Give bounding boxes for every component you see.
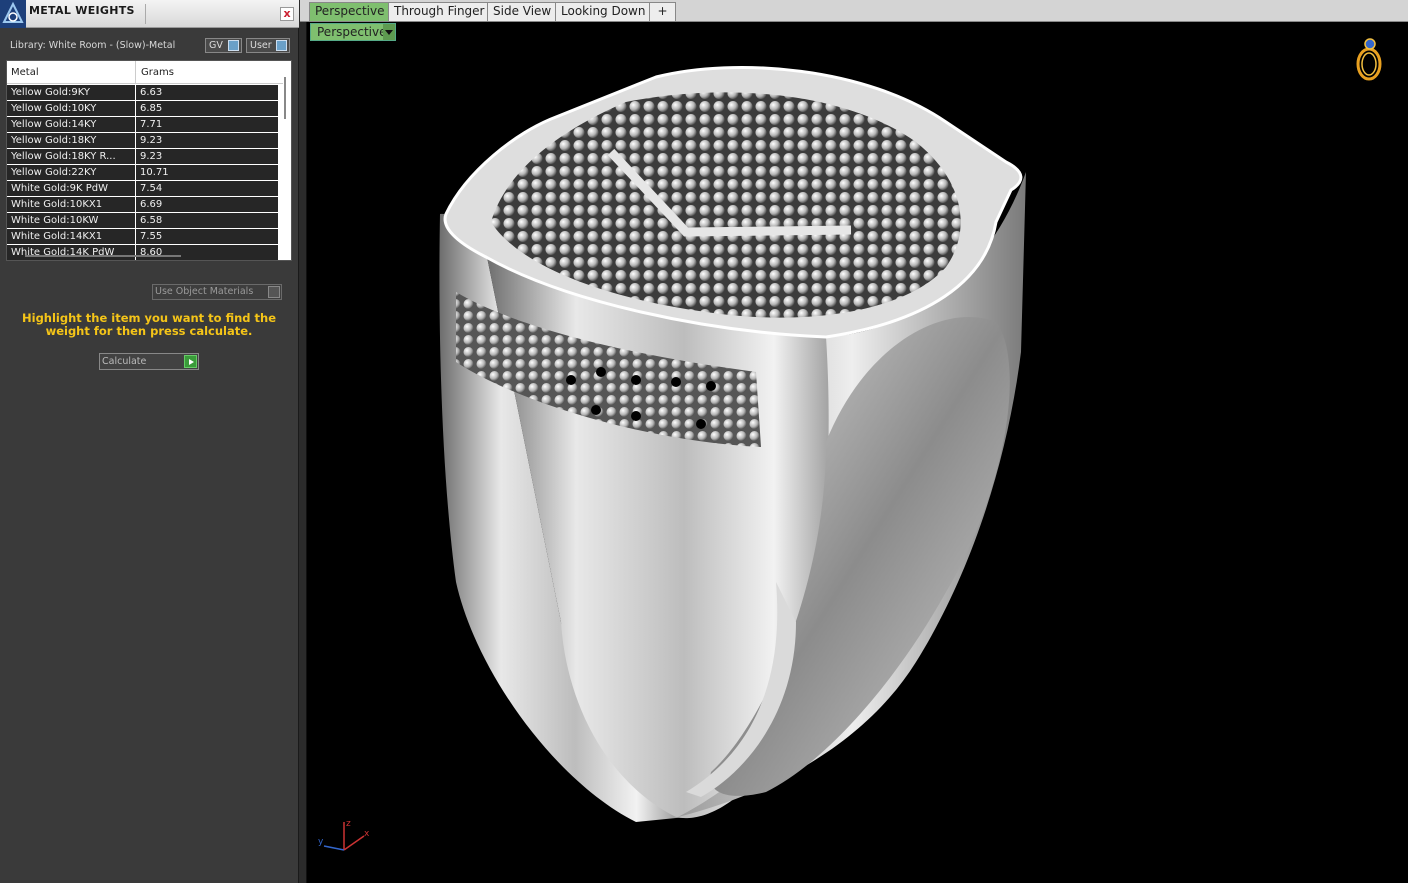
metal-cell: Yellow Gold:9KY (11, 87, 90, 98)
grams-cell: 9.23 (140, 151, 163, 162)
gv-toggle[interactable]: GV (205, 38, 242, 53)
metal-cell: White Gold:14KX1 (11, 231, 103, 242)
grams-cell: 7.71 (140, 119, 163, 130)
column-header-metal[interactable]: Metal (11, 67, 39, 78)
calculate-label: Calculate (102, 356, 147, 367)
cell-divider (135, 245, 136, 260)
gv-toggle-label: GV (209, 40, 223, 51)
metal-weights-table[interactable]: Metal Grams Yellow Gold:9KY 6.63 Yellow Go… (6, 60, 292, 261)
metal-cell: Yellow Gold:18KY R... (11, 151, 116, 162)
table-row[interactable]: White Gold:10KX1 6.69 (7, 197, 278, 213)
cell-divider (135, 149, 136, 165)
table-row[interactable]: Yellow Gold:18KY R... 9.23 (7, 149, 278, 165)
table-row[interactable]: Yellow Gold:9KY 6.63 (7, 85, 278, 101)
cell-divider (135, 165, 136, 181)
metal-cell: Yellow Gold:10KY (11, 103, 97, 114)
calculate-button[interactable]: Calculate (99, 353, 199, 370)
grams-cell: 9.23 (140, 135, 163, 146)
metal-cell: White Gold:14K PdW (11, 247, 115, 258)
tab-through-finger[interactable]: Through Finger (388, 2, 491, 21)
cell-divider (135, 101, 136, 117)
metal-cell: White Gold:10KX1 (11, 199, 103, 210)
use-object-materials-checkbox[interactable] (268, 286, 280, 298)
library-label: Library: White Room - (Slow)-Metal (10, 40, 176, 51)
ring-icon[interactable] (1350, 34, 1390, 84)
tab-side-view[interactable]: Side View (487, 2, 558, 21)
close-button[interactable]: x (280, 7, 294, 21)
metal-cell: White Gold:9K PdW (11, 183, 108, 194)
user-toggle-label: User (250, 40, 272, 51)
grams-cell: 7.54 (140, 183, 163, 194)
grams-cell: 10.71 (140, 167, 169, 178)
add-tab-button[interactable]: + (649, 2, 676, 21)
ring-model-render[interactable] (306, 22, 1408, 883)
metal-cell: Yellow Gold:14KY (11, 119, 97, 130)
table-row[interactable]: Yellow Gold:18KY 9.23 (7, 133, 278, 149)
tab-looking-down[interactable]: Looking Down (555, 2, 652, 21)
grams-cell: 6.58 (140, 215, 163, 226)
user-toggle[interactable]: User (246, 38, 290, 53)
cell-divider (135, 197, 136, 213)
panel-header: METAL WEIGHTS x (0, 0, 299, 28)
view-tab-bar: Perspective Through Finger Side View Loo… (300, 0, 1408, 22)
metal-cell: Yellow Gold:22KY (11, 167, 97, 178)
metal-weights-panel: METAL WEIGHTS x Library: White Room - (S… (0, 0, 299, 883)
grams-cell: 6.69 (140, 199, 163, 210)
axis-x-label: x (364, 829, 370, 839)
table-row[interactable]: White Gold:14K PdW 8.60 (7, 245, 278, 260)
table-row[interactable]: White Gold:10KW 6.58 (7, 213, 278, 229)
table-row[interactable]: Yellow Gold:14KY 7.71 (7, 117, 278, 133)
use-object-materials-field[interactable]: Use Object Materials (152, 284, 282, 300)
panel-title: METAL WEIGHTS (29, 4, 135, 17)
grams-cell: 6.63 (140, 87, 163, 98)
column-divider[interactable] (135, 61, 136, 84)
grams-cell: 7.55 (140, 231, 163, 242)
table-body: Yellow Gold:9KY 6.63 Yellow Gold:10KY 6.85 Y… (7, 85, 278, 260)
vertical-scrollbar[interactable] (284, 77, 286, 119)
axis-y-label: y (318, 837, 324, 847)
table-row[interactable]: Yellow Gold:10KY 6.85 (7, 101, 278, 117)
cell-divider (135, 85, 136, 101)
cell-divider (135, 213, 136, 229)
cell-divider (135, 133, 136, 149)
axis-z-label: z (346, 819, 351, 829)
use-object-materials-label: Use Object Materials (155, 286, 254, 297)
cell-divider (135, 181, 136, 197)
tab-perspective[interactable]: Perspective (309, 2, 391, 21)
gv-toggle-knob-icon (228, 40, 239, 51)
app-logo-icon (0, 0, 26, 28)
cell-divider (135, 117, 136, 133)
metal-cell: Yellow Gold:18KY (11, 135, 97, 146)
header-divider (145, 4, 146, 24)
table-row[interactable]: White Gold:9K PdW 7.54 (7, 181, 278, 197)
table-row[interactable]: Yellow Gold:22KY 10.71 (7, 165, 278, 181)
axis-gizmo-icon: z x y (318, 819, 370, 851)
table-header: Metal Grams (7, 61, 283, 84)
horizontal-scrollbar[interactable] (25, 255, 181, 257)
column-header-grams[interactable]: Grams (141, 67, 174, 78)
metal-cell: White Gold:10KW (11, 215, 99, 226)
table-row[interactable]: White Gold:14KX1 7.55 (7, 229, 278, 245)
user-toggle-knob-icon (276, 40, 287, 51)
play-arrow-icon[interactable] (184, 355, 197, 368)
grams-cell: 6.85 (140, 103, 163, 114)
instruction-hint: Highlight the item you want to find the … (22, 311, 276, 338)
grams-cell: 8.60 (140, 247, 163, 258)
cell-divider (135, 229, 136, 245)
